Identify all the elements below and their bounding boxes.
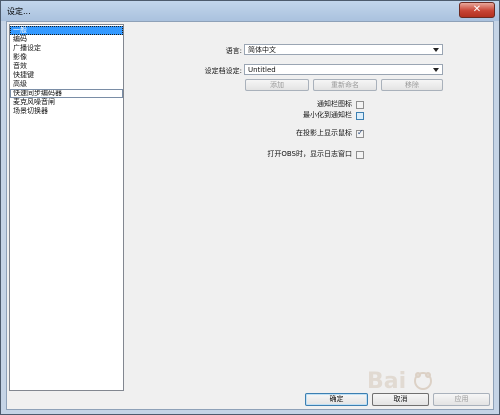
sidebar-item-video[interactable]: 影像 xyxy=(10,53,123,62)
settings-category-list[interactable]: 一般 编码 广播设定 影像 音效 快捷键 高级 快速同步编码器 麦克风噪音闸 场… xyxy=(9,24,124,391)
sidebar-item-hotkeys[interactable]: 快捷键 xyxy=(10,71,123,80)
chevron-down-icon xyxy=(433,48,439,52)
title-bar[interactable]: 设定... ✕ xyxy=(1,1,499,21)
add-profile-button[interactable]: 添加 xyxy=(245,79,309,91)
apply-button[interactable]: 应用 xyxy=(433,393,490,406)
remove-profile-button[interactable]: 移除 xyxy=(381,79,443,91)
ok-button[interactable]: 确定 xyxy=(305,393,368,406)
sidebar-item-broadcast[interactable]: 广播设定 xyxy=(10,44,123,53)
sidebar-item-quicksync[interactable]: 快速同步编码器 xyxy=(10,89,123,98)
show-log-checkbox[interactable] xyxy=(356,151,364,159)
cancel-button[interactable]: 取消 xyxy=(372,393,429,406)
show-log-option: 打开OBS时，显示日志窗口 xyxy=(247,150,364,160)
sidebar-item-scene-switcher[interactable]: 场景切换器 xyxy=(10,107,123,116)
rename-profile-button[interactable]: 重新命名 xyxy=(313,79,377,91)
settings-window: 设定... ✕ 一般 编码 广播设定 影像 音效 快捷键 高级 快速同步编码器 … xyxy=(0,0,500,415)
minimize-tray-checkbox[interactable] xyxy=(356,112,364,120)
sidebar-item-encoding[interactable]: 编码 xyxy=(10,35,123,44)
profile-label: 设定档设定: xyxy=(204,67,242,75)
show-cursor-option: 在投影上显示鼠标 ✓ xyxy=(257,128,364,139)
close-icon: ✕ xyxy=(472,4,482,15)
show-cursor-checkbox[interactable]: ✓ xyxy=(356,128,364,138)
language-select[interactable]: 简体中文 xyxy=(244,44,443,55)
profile-value: Untitled xyxy=(248,66,276,74)
tray-icon-label: 通知栏图标 xyxy=(317,100,352,108)
language-label: 语言: xyxy=(225,47,242,55)
minimize-tray-option: 最小化到通知栏 xyxy=(257,111,364,121)
sidebar-item-advanced[interactable]: 高级 xyxy=(10,80,123,89)
show-cursor-label: 在投影上显示鼠标 xyxy=(296,129,352,137)
tray-icon-option: 通知栏图标 xyxy=(257,100,364,110)
window-title: 设定... xyxy=(7,7,31,16)
show-log-label: 打开OBS时，显示日志窗口 xyxy=(267,150,352,158)
language-value: 简体中文 xyxy=(248,46,276,54)
profile-select[interactable]: Untitled xyxy=(244,64,443,75)
minimize-tray-label: 最小化到通知栏 xyxy=(303,111,352,119)
sidebar-item-audio[interactable]: 音效 xyxy=(10,62,123,71)
sidebar-item-general[interactable]: 一般 xyxy=(10,26,123,35)
tray-icon-checkbox[interactable] xyxy=(356,101,364,109)
close-button[interactable]: ✕ xyxy=(459,2,495,18)
chevron-down-icon xyxy=(433,68,439,72)
sidebar-item-noise-gate[interactable]: 麦克风噪音闸 xyxy=(10,98,123,107)
settings-client-area: 一般 编码 广播设定 影像 音效 快捷键 高级 快速同步编码器 麦克风噪音闸 场… xyxy=(6,21,494,410)
checkmark-icon: ✓ xyxy=(357,128,364,137)
